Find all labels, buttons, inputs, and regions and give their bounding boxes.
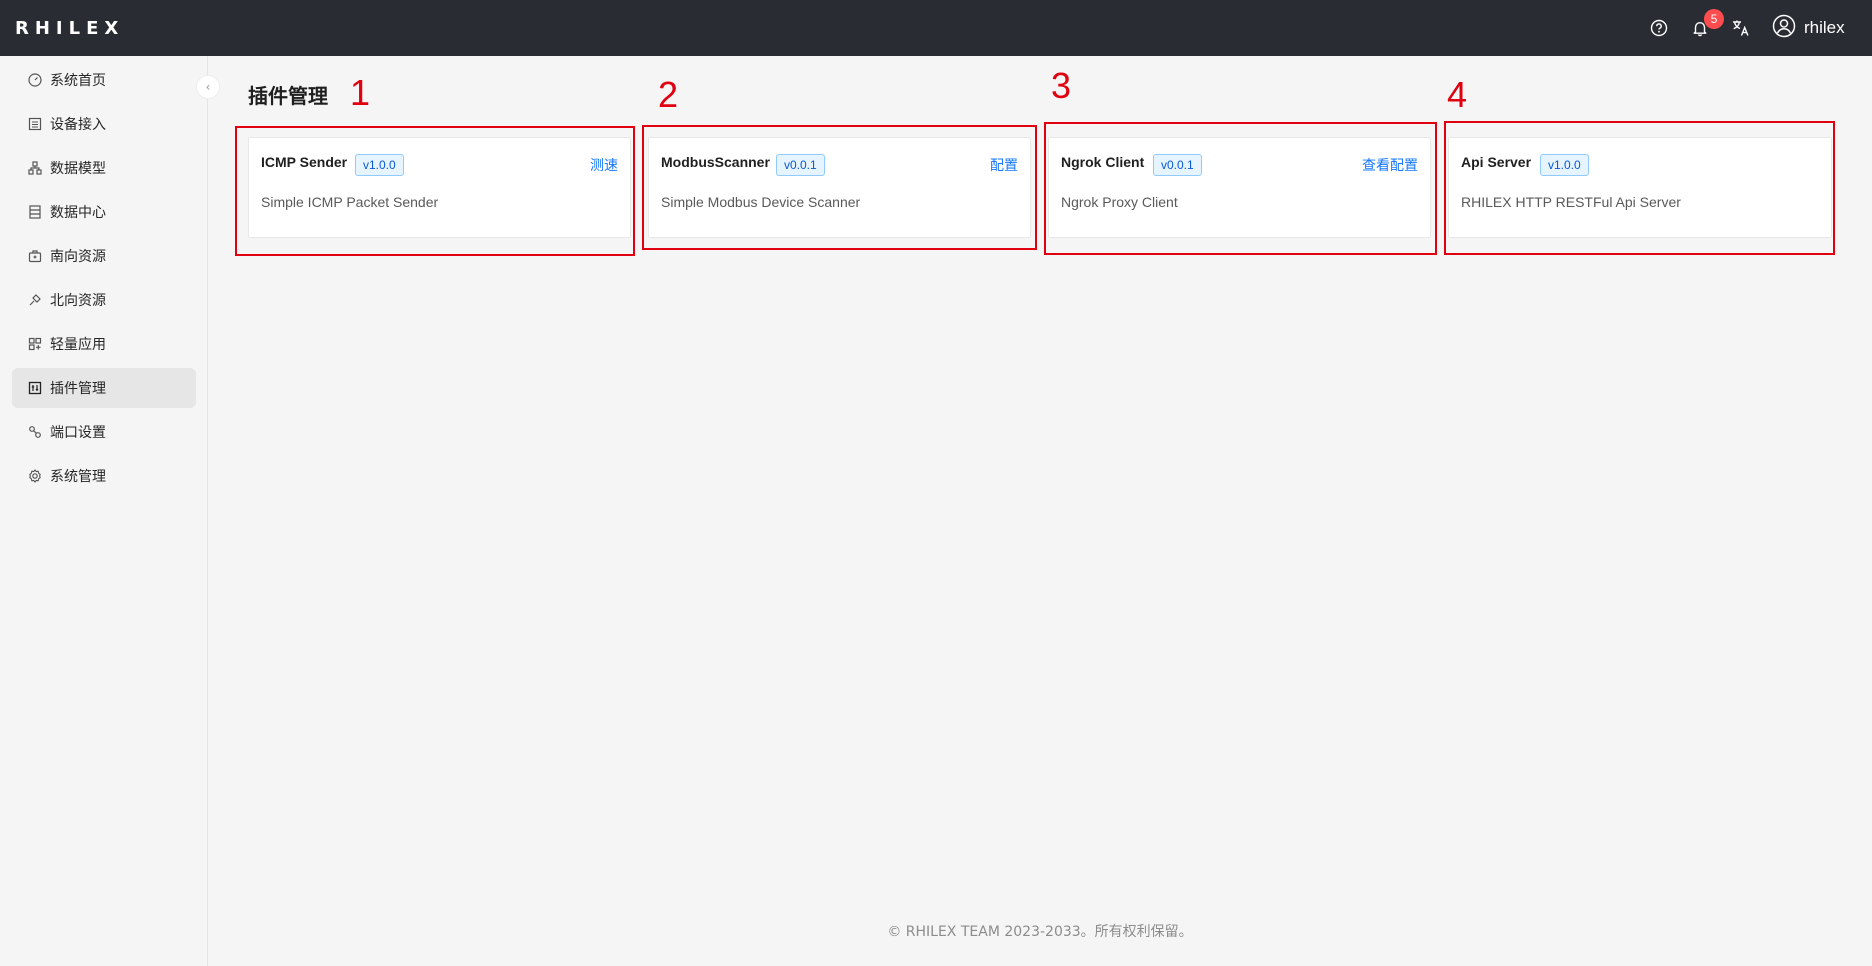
annotation-number-4: 4: [1447, 74, 1468, 115]
gear-icon: [28, 469, 42, 483]
sidebar-item-label: 轻量应用: [50, 337, 106, 353]
sidebar-item-system-management[interactable]: 系统管理: [12, 456, 196, 496]
sidebar-item-label: 系统首页: [50, 73, 106, 89]
translate-icon[interactable]: [1731, 18, 1751, 38]
sidebar-item-label: 北向资源: [50, 293, 106, 309]
top-header: RHILEX 5 rhilex: [0, 0, 1872, 56]
footer-text: RHILEX TEAM 2023-2033。所有权利保留。: [905, 924, 1193, 940]
user-icon: [1772, 14, 1796, 42]
user-menu[interactable]: rhilex: [1772, 14, 1845, 42]
annotation-box-1: [235, 126, 635, 256]
username: rhilex: [1804, 18, 1845, 37]
apps-icon: [28, 337, 42, 351]
copyright-icon: ©: [887, 924, 902, 940]
sidebar-item-north-resources[interactable]: 北向资源: [12, 280, 196, 320]
sidebar-item-label: 数据中心: [50, 205, 106, 221]
page-title: 插件管理: [248, 84, 328, 108]
sidebar-item-south-resources[interactable]: 南向资源: [12, 236, 196, 276]
sidebar-item-label: 数据模型: [50, 161, 106, 177]
dashboard-icon: [28, 73, 42, 87]
annotation-box-4: [1444, 121, 1835, 255]
sidebar-item-label: 系统管理: [50, 469, 106, 485]
model-icon: [28, 161, 42, 175]
sidebar-item-label: 插件管理: [50, 381, 106, 397]
app-logo[interactable]: RHILEX: [15, 18, 124, 39]
notification-badge: 5: [1704, 9, 1724, 29]
device-icon: [28, 117, 42, 131]
north-icon: [28, 293, 42, 307]
annotation-box-3: [1044, 122, 1437, 255]
sidebar-item-data-center[interactable]: 数据中心: [12, 192, 196, 232]
sidebar-item-label: 设备接入: [50, 117, 106, 133]
sidebar: 系统首页 设备接入 数据模型 数据中心 南向资源 北向资源 轻量应用 插件管理 …: [0, 56, 208, 966]
sidebar-collapse-button[interactable]: ‹: [196, 75, 220, 99]
chevron-left-icon: ‹: [205, 80, 211, 94]
help-icon[interactable]: [1649, 18, 1669, 38]
sidebar-item-plugin-management[interactable]: 插件管理: [12, 368, 196, 408]
plugin-icon: [28, 381, 42, 395]
south-icon: [28, 249, 42, 263]
sidebar-item-dashboard[interactable]: 系统首页: [12, 60, 196, 100]
annotation-number-1: 1: [350, 72, 371, 113]
sidebar-item-label: 端口设置: [50, 425, 106, 441]
sidebar-item-label: 南向资源: [50, 249, 106, 265]
annotation-number-2: 2: [658, 74, 679, 115]
database-icon: [28, 205, 42, 219]
sidebar-item-data-model[interactable]: 数据模型: [12, 148, 196, 188]
sidebar-item-devices[interactable]: 设备接入: [12, 104, 196, 144]
annotation-box-2: [642, 125, 1037, 250]
footer: © RHILEX TEAM 2023-2033。所有权利保留。: [208, 921, 1872, 941]
annotation-number-3: 3: [1051, 65, 1072, 106]
port-icon: [28, 425, 42, 439]
sidebar-item-port-settings[interactable]: 端口设置: [12, 412, 196, 452]
sidebar-item-light-apps[interactable]: 轻量应用: [12, 324, 196, 364]
